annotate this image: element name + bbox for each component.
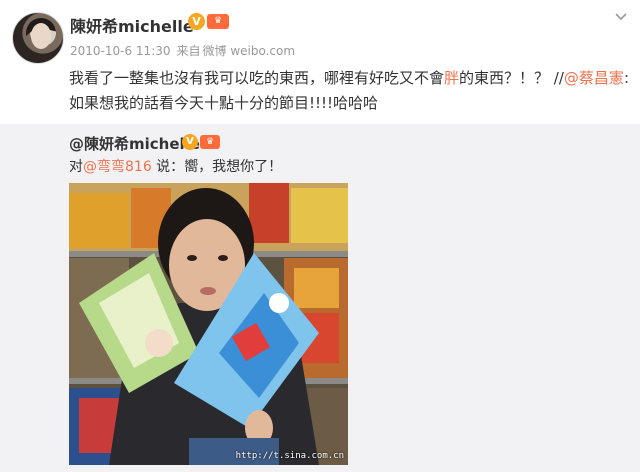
photo-illustration bbox=[69, 183, 348, 465]
repost-mention-link[interactable]: @弯弯816 bbox=[83, 159, 152, 175]
verified-v-icon: V bbox=[182, 134, 198, 150]
post-meta: 2010-10-6 11:30 来自 微博 weibo.com bbox=[70, 42, 301, 59]
post-text: 我看了一整集也沒有我可以吃的東西，哪裡有好吃又不會胖的東西？！？ //@蔡昌憲:… bbox=[69, 66, 629, 116]
repost-text-suffix: 说：嚮，我想你了！ bbox=[151, 159, 283, 175]
verified-v-icon: V bbox=[188, 13, 205, 30]
repost-text: 对@弯弯816 说：嚮，我想你了！ bbox=[69, 156, 282, 176]
author-name[interactable]: 陳妍希michelle bbox=[70, 13, 194, 37]
chevron-down-icon[interactable] bbox=[614, 10, 628, 24]
post-text-part1: 我看了一整集也沒有我可以吃的東西，哪裡有好吃又不會 bbox=[69, 69, 445, 87]
repost-author[interactable]: @陳妍希michelle bbox=[69, 133, 200, 154]
avatar[interactable] bbox=[12, 12, 64, 64]
post-time[interactable]: 2010-10-6 11:30 bbox=[70, 44, 171, 58]
repost-text-prefix: 对 bbox=[69, 159, 83, 175]
photo-watermark: http://t.sina.com.cn bbox=[235, 451, 344, 461]
post-photo[interactable]: http://t.sina.com.cn bbox=[69, 183, 348, 465]
post-text-part2: 的東西？！？ // bbox=[459, 69, 564, 87]
avatar-face bbox=[31, 23, 51, 49]
post-text-highlight: 胖 bbox=[444, 69, 460, 87]
source-prefix: 来自 bbox=[176, 44, 201, 58]
post-source[interactable]: 微博 weibo.com bbox=[203, 44, 296, 58]
vip-crown-icon: ♛ bbox=[200, 135, 220, 149]
vip-crown-icon: ♛ bbox=[207, 14, 229, 29]
mention-link[interactable]: @蔡昌憲 bbox=[564, 69, 624, 87]
